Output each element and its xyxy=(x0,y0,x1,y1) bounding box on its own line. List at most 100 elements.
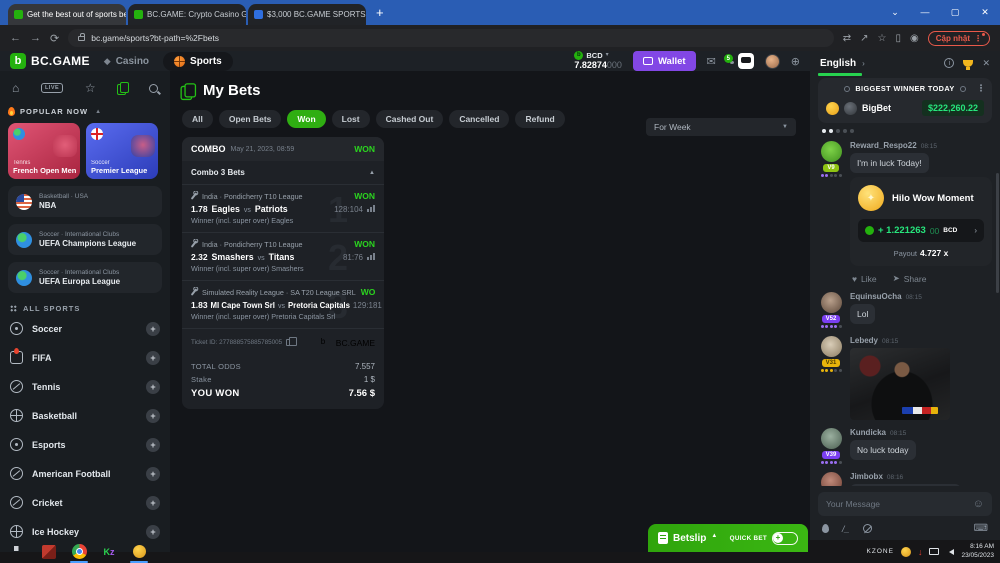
leg-league[interactable]: India · Pondicherry T10 League xyxy=(202,192,303,201)
gif-image[interactable] xyxy=(850,348,950,420)
winner-avatar[interactable] xyxy=(844,102,857,115)
like-button[interactable]: ♥Like xyxy=(852,273,877,284)
expand-plus-icon[interactable]: + xyxy=(146,380,160,394)
home-team[interactable]: Smashers xyxy=(212,252,254,262)
avatar[interactable] xyxy=(821,428,842,449)
forward-icon[interactable]: → xyxy=(30,32,41,44)
message-input[interactable] xyxy=(826,499,973,509)
tab-refund[interactable]: Refund xyxy=(515,110,564,128)
start-button[interactable] xyxy=(6,540,32,563)
network-icon[interactable] xyxy=(929,548,939,555)
stats-icon[interactable] xyxy=(367,205,375,212)
nav-dot-icon[interactable] xyxy=(960,86,966,92)
balance-display[interactable]: b BCD ▾ 7.82874000 xyxy=(574,51,622,70)
favorites-star-icon[interactable]: ☆ xyxy=(85,81,96,95)
sidebar-item-esports[interactable]: Esports + xyxy=(8,430,162,459)
username[interactable]: Reward_Respo22 xyxy=(850,141,917,150)
expand-plus-icon[interactable]: + xyxy=(146,409,160,423)
rain-icon[interactable] xyxy=(822,524,829,533)
sidebar-item-cricket[interactable]: Cricket + xyxy=(8,488,162,517)
expand-plus-icon[interactable]: + xyxy=(146,351,160,365)
speaker-icon[interactable] xyxy=(946,549,954,555)
mail-icon[interactable]: ✉ xyxy=(707,55,716,68)
tab-cancelled[interactable]: Cancelled xyxy=(449,110,509,128)
browser-tab-2[interactable]: BC.GAME: Crypto Casino Games ✕ xyxy=(128,4,246,25)
home-icon[interactable]: ⌂ xyxy=(12,81,19,95)
nav-sports[interactable]: Sports xyxy=(163,52,233,71)
username[interactable]: Lebedy xyxy=(850,336,878,345)
slash-command-icon[interactable]: /_ xyxy=(842,524,850,534)
avatar[interactable] xyxy=(821,472,842,486)
leg-league[interactable]: Simulated Reality League · SA T20 League… xyxy=(202,288,356,297)
my-bets-icon[interactable] xyxy=(117,82,127,94)
period-filter-select[interactable]: For Week ▼ xyxy=(646,118,796,136)
menu-kebab-icon[interactable]: ⋮ xyxy=(974,34,982,43)
tab-won[interactable]: Won xyxy=(287,110,325,128)
betslip-bar[interactable]: Betslip ▲ QUICK BET xyxy=(648,524,808,552)
avatar[interactable] xyxy=(821,292,842,313)
tab-open-bets[interactable]: Open Bets xyxy=(219,110,282,128)
sidebar-item-ucl[interactable]: Soccer · International Clubs UEFA Champi… xyxy=(8,224,162,255)
taskbar-app-kz[interactable]: Kz xyxy=(96,540,122,563)
close-chat-icon[interactable]: ✕ xyxy=(982,58,990,69)
share-icon[interactable]: ↗ xyxy=(860,33,868,44)
winner-name[interactable]: BigBet xyxy=(862,103,891,113)
kebab-menu-icon[interactable]: ⋮ xyxy=(977,83,986,94)
avatar[interactable] xyxy=(821,141,842,162)
home-team[interactable]: MI Cape Town Srl xyxy=(211,301,275,310)
stats-icon[interactable] xyxy=(367,253,375,260)
back-icon[interactable]: ← xyxy=(10,32,21,44)
browser-tab-3[interactable]: $3,000 BC.GAME SPORTS PARLA ✕ xyxy=(248,4,366,25)
wallet-button[interactable]: Wallet xyxy=(633,51,696,71)
win-amount-row[interactable]: + 1.221263 00 BCD › xyxy=(858,219,984,242)
sidebar-item-american-football[interactable]: American Football + xyxy=(8,459,162,488)
leg-league[interactable]: India · Pondicherry T10 League xyxy=(202,240,303,249)
username[interactable]: Jimbobx xyxy=(850,472,883,481)
trophy-icon[interactable] xyxy=(963,60,973,67)
hilo-win-card[interactable]: Hilo Wow Moment + 1.221263 00 BCD › Payo… xyxy=(850,177,992,266)
expand-plus-icon[interactable]: + xyxy=(146,322,160,336)
nav-dot-icon[interactable] xyxy=(844,86,850,92)
popular-card-french-open[interactable]: Tennis French Open Men xyxy=(8,123,80,179)
taskbar-app-1[interactable] xyxy=(36,540,62,563)
translate-icon[interactable]: ⇄ xyxy=(843,33,851,44)
expand-plus-icon[interactable]: + xyxy=(146,496,160,510)
popular-card-premier-league[interactable]: Soccer Premier League xyxy=(86,123,158,179)
away-team[interactable]: Patriots xyxy=(255,204,288,214)
bc-game-logo[interactable]: b BC.GAME xyxy=(10,53,90,69)
sidepanel-icon[interactable]: ▯ xyxy=(896,33,902,44)
emoji-icon[interactable]: ☺ xyxy=(973,498,984,510)
away-team[interactable]: Titans xyxy=(269,252,295,262)
tab-cashed-out[interactable]: Cashed Out xyxy=(376,110,444,128)
expand-plus-icon[interactable]: + xyxy=(146,438,160,452)
quick-bet-toggle[interactable] xyxy=(772,532,798,545)
maximize-button[interactable]: ▢ xyxy=(940,0,970,24)
chat-language-tab[interactable]: English xyxy=(820,58,856,69)
browser-tab-1[interactable]: Get the best out of sports bettin ✕ xyxy=(8,4,126,25)
keyboard-icon[interactable]: ⌨ xyxy=(974,523,988,534)
tray-coin-icon[interactable] xyxy=(901,547,911,557)
profile-icon[interactable]: ◉ xyxy=(910,33,919,44)
share-button[interactable]: ➤Share xyxy=(893,273,927,284)
away-team[interactable]: Pretoria Capitals xyxy=(288,301,350,310)
minimize-button[interactable]: — xyxy=(910,0,940,24)
tab-lost[interactable]: Lost xyxy=(332,110,370,128)
username[interactable]: Kundicka xyxy=(850,428,886,437)
live-icon[interactable]: LIVE xyxy=(41,83,63,93)
new-tab-button[interactable]: + xyxy=(376,5,384,20)
tab-all[interactable]: All xyxy=(182,110,213,128)
update-browser-button[interactable]: Cập nhật ⋮ xyxy=(928,31,990,46)
sidebar-item-tennis[interactable]: Tennis + xyxy=(8,372,162,401)
expand-plus-icon[interactable]: + xyxy=(146,467,160,481)
reload-icon[interactable]: ⟳ xyxy=(50,32,59,45)
copy-icon[interactable] xyxy=(286,339,292,346)
sidebar-item-fifa[interactable]: FIFA + xyxy=(8,343,162,372)
combo-toggle[interactable]: Combo 3 Bets ▲ xyxy=(182,161,384,185)
home-team[interactable]: Eagles xyxy=(212,204,240,214)
bookmark-star-icon[interactable]: ☆ xyxy=(878,33,887,44)
avatar[interactable] xyxy=(821,336,842,357)
chat-rules-icon[interactable] xyxy=(863,524,872,533)
taskbar-app-coin[interactable] xyxy=(126,540,152,563)
nav-casino[interactable]: ◆ Casino xyxy=(104,56,149,67)
search-icon[interactable] xyxy=(149,84,158,93)
